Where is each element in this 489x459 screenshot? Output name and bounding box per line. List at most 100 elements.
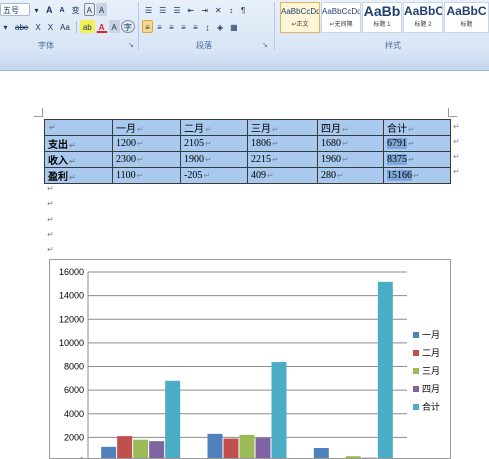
shrink-font-button[interactable]: A	[57, 3, 68, 16]
legend-label: 合计	[422, 401, 440, 412]
asian-layout-icon[interactable]: ✕	[212, 3, 225, 16]
table-cell[interactable]: 二月↵	[181, 120, 248, 136]
table-cell[interactable]: ↵	[45, 120, 113, 136]
sort-icon[interactable]: ↕	[226, 3, 237, 16]
paragraph-mark: ↵	[205, 125, 212, 134]
table-cell[interactable]: 一月↵	[113, 120, 181, 136]
subscript-button[interactable]: X	[32, 20, 43, 33]
multilevel-list-icon[interactable]: ☰	[170, 3, 183, 16]
y-tick-label: 0	[79, 456, 84, 458]
chart-bar	[133, 440, 148, 458]
enclose-char-button[interactable]: 字	[121, 20, 135, 33]
dropdown-arrow-icon[interactable]: ▾	[0, 20, 11, 33]
table-cell[interactable]: 15166↵	[384, 168, 451, 184]
table-cell[interactable]: 1680↵	[318, 136, 384, 152]
table-cell[interactable]: 409↵	[248, 168, 318, 184]
chart-svg: 0200040006000800010000120001400016000一月二…	[50, 260, 450, 458]
show-marks-icon[interactable]: ¶	[238, 3, 249, 16]
align-left-icon[interactable]: ≡	[142, 20, 153, 33]
paragraph-mark: ↵	[203, 171, 210, 180]
shading-button[interactable]: A	[109, 20, 120, 33]
table-cell[interactable]: 盈利↵	[45, 168, 113, 184]
table-cell[interactable]: 2300↵	[113, 152, 181, 168]
table-cell[interactable]: 三月↵	[248, 120, 318, 136]
align-right-icon[interactable]: ≡	[166, 20, 177, 33]
row-end-mark: ↵	[453, 122, 460, 131]
table-cell[interactable]: 6791↵	[384, 136, 451, 152]
superscript-button[interactable]: X	[45, 20, 56, 33]
numbering-icon[interactable]: ☰	[156, 3, 169, 16]
table-cell[interactable]: 1100↵	[113, 168, 181, 184]
cell-text: 2105	[184, 138, 204, 149]
chart-bar	[346, 456, 361, 458]
paragraph-mark: ↵	[205, 139, 212, 148]
style-title[interactable]: AaBbC 标题	[444, 2, 489, 33]
highlight-button[interactable]: ab	[80, 20, 95, 33]
dropdown-arrow-icon[interactable]: ▾	[31, 3, 42, 16]
table-cell[interactable]: 1200↵	[113, 136, 181, 152]
distributed-icon[interactable]: ≡	[190, 20, 201, 33]
paragraph-mark: ↵	[272, 155, 279, 164]
style-sample: AaBbC	[404, 3, 442, 20]
style-name: 标题 1	[363, 20, 401, 30]
font-dialog-launcher-icon[interactable]: ↘	[128, 41, 134, 49]
paragraph-mark: ↵	[137, 171, 144, 180]
bullets-icon[interactable]: ☰	[142, 3, 155, 16]
y-tick-label: 2000	[64, 432, 84, 442]
table-cell[interactable]: 四月↵	[318, 120, 384, 136]
line-spacing-icon[interactable]: ↨	[202, 20, 213, 33]
table-cell[interactable]: 8375↵	[384, 152, 451, 168]
paragraph-shading-icon[interactable]: ◈	[214, 20, 226, 33]
align-center-icon[interactable]: ≡	[154, 20, 165, 33]
table-cell[interactable]: -205↵	[181, 168, 248, 184]
table-cell[interactable]: 1900↵	[181, 152, 248, 168]
style-sample: AaBbCcDd	[281, 3, 319, 20]
justify-icon[interactable]: ≡	[178, 20, 189, 33]
row-end-mark: ↵	[453, 167, 460, 176]
cell-text: 四月	[321, 124, 341, 135]
chart-bar	[256, 438, 271, 458]
font-size-select[interactable]: 五号	[0, 3, 30, 16]
strikethrough-button[interactable]: abe	[12, 20, 31, 33]
paragraph-mark: ↵	[47, 184, 54, 193]
data-table[interactable]: ↵ 一月↵ 二月↵ 三月↵ 四月↵ 合计↵ 支出↵ 1200↵ 2105↵ 18…	[44, 119, 451, 184]
font-color-button[interactable]: A	[96, 20, 108, 33]
cell-text: 1900	[184, 154, 204, 165]
table-cell[interactable]: 支出↵	[45, 136, 113, 152]
decrease-indent-icon[interactable]: ⇤	[185, 3, 198, 16]
style-name: ↵正文	[281, 20, 319, 30]
chart-bar	[224, 439, 239, 458]
table-cell[interactable]: 2105↵	[181, 136, 248, 152]
increase-indent-icon[interactable]: ⇥	[198, 3, 211, 16]
style-heading-2[interactable]: AaBbC 标题 2	[403, 2, 443, 33]
table-cell[interactable]: 2215↵	[248, 152, 318, 168]
table-cell[interactable]: 1806↵	[248, 136, 318, 152]
table-cell[interactable]: 合计↵	[384, 120, 451, 136]
pinyin-button[interactable]: 变	[69, 3, 83, 16]
style-sample: AaBbCcDd	[322, 3, 360, 20]
char-border-button[interactable]: A	[84, 3, 95, 16]
char-shading-button[interactable]: A	[96, 3, 107, 16]
style-no-spacing[interactable]: AaBbCcDd ↵无间隔	[321, 2, 361, 33]
paragraph-dialog-launcher-icon[interactable]: ↘	[262, 41, 268, 49]
table-cell[interactable]: 收入↵	[45, 152, 113, 168]
borders-icon[interactable]: ▦	[227, 20, 241, 33]
cell-text: 盈利	[48, 172, 68, 183]
column-chart[interactable]: 0200040006000800010000120001400016000一月二…	[49, 259, 451, 459]
cell-text: 6791	[387, 138, 407, 149]
table-cell[interactable]: 1960↵	[318, 152, 384, 168]
chart-bar	[117, 436, 132, 458]
style-heading-1[interactable]: AaBb 标题 1	[362, 2, 402, 33]
paragraph-mark: ↵	[342, 139, 349, 148]
ribbon: 五号 ▾ A A 变 A A ▾ abe X X Aa ab A A 字 字体 …	[0, 0, 489, 55]
change-case-button[interactable]: Aa	[57, 20, 73, 33]
chart-bar	[272, 362, 287, 458]
grow-font-button[interactable]: A	[43, 3, 56, 16]
style-normal[interactable]: AaBbCcDd ↵正文	[280, 2, 320, 33]
y-tick-label: 4000	[64, 409, 84, 419]
ribbon-bottom-bar	[0, 54, 489, 71]
legend-label: 三月	[422, 366, 440, 376]
table-cell[interactable]: 280↵	[318, 168, 384, 184]
cell-text: -205	[184, 170, 202, 181]
row-end-mark: ↵	[453, 152, 460, 161]
